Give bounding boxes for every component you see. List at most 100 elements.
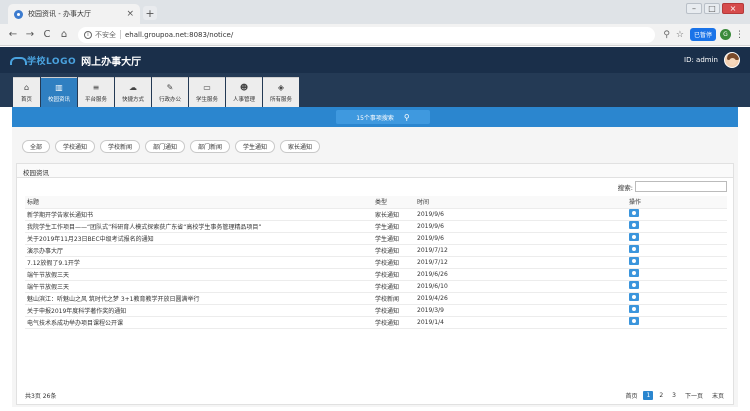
logo-text: 学校LOGO <box>27 56 77 67</box>
news-title-link[interactable]: 电气技术系成功举办项目课程公开课 <box>25 316 373 329</box>
sync-paused-badge[interactable]: 已暂停 <box>689 28 716 41</box>
service-search-button[interactable]: 15个事项搜索 ⚲ <box>336 110 430 124</box>
table-body: 新学期开学告家长通知书 家长通知 2019/9/6 我院学生工作项目——“团队式… <box>25 208 727 329</box>
zoom-icon[interactable]: ⚲ <box>663 30 670 40</box>
nav-item-campus-news[interactable]: ▥ 校园资讯 <box>41 77 77 107</box>
table-row[interactable]: 新学期开学告家长通知书 家长通知 2019/9/6 <box>25 208 727 221</box>
table-row[interactable]: 端午节放假三天 学校通知 2019/6/10 <box>25 280 727 293</box>
table-row[interactable]: 端午节放假三天 学校通知 2019/6/26 <box>25 268 727 281</box>
news-title-link[interactable]: 魅山滨江：听魅山之风 筑时代之梦 3+1教育教学开放日圆满举行 <box>25 292 373 305</box>
table-row[interactable]: 演示办事大厅 学校通知 2019/7/12 <box>25 244 727 257</box>
action-cell <box>627 292 727 305</box>
view-button[interactable] <box>629 293 639 301</box>
view-button[interactable] <box>629 281 639 289</box>
news-title-link[interactable]: 演示办事大厅 <box>25 244 373 257</box>
reload-icon[interactable]: C <box>40 28 54 42</box>
tab-title: 校园资讯 - 办事大厅 <box>28 10 91 18</box>
filter-pill-school-news[interactable]: 学校新闻 <box>100 140 140 153</box>
nav-item-all-services[interactable]: ◈ 所有服务 <box>263 77 299 107</box>
column-header-time[interactable]: 时间 <box>415 196 627 209</box>
nav-item-hr-management[interactable]: ☻ 人事管理 <box>226 77 262 107</box>
table-row[interactable]: 7.12放假了9.1开学 学校通知 2019/7/12 <box>25 256 727 269</box>
nav-item-admin-office[interactable]: ✎ 行政办公 <box>152 77 188 107</box>
bookmark-star-icon[interactable]: ☆ <box>676 30 684 40</box>
info-icon[interactable]: i <box>84 30 92 39</box>
news-title-link[interactable]: 新学期开学告家长通知书 <box>25 208 373 221</box>
nav-item-student-services[interactable]: ▭ 学生服务 <box>189 77 225 107</box>
view-button[interactable] <box>629 245 639 253</box>
window-controls: – □ × <box>686 3 744 14</box>
home-icon[interactable]: ⌂ <box>57 28 71 42</box>
news-type: 学校通知 <box>373 256 415 269</box>
minimize-button[interactable]: – <box>686 3 702 14</box>
news-type: 家长通知 <box>373 208 415 221</box>
browser-menu-icon[interactable]: ⋮ <box>735 30 744 40</box>
page-button-1[interactable]: 1 <box>643 390 654 400</box>
nav-label: 快捷方式 <box>121 96 144 103</box>
column-header-type[interactable]: 类型 <box>373 196 415 209</box>
view-button[interactable] <box>629 317 639 325</box>
table-filter: 搜索: <box>618 181 727 192</box>
table-row[interactable]: 魅山滨江：听魅山之风 筑时代之梦 3+1教育教学开放日圆满举行 学校新闻 201… <box>25 292 727 305</box>
table-row[interactable]: 关于申报2019年度科学著作奖的通知 学校通知 2019/3/9 <box>25 304 727 317</box>
news-type: 学校通知 <box>373 268 415 281</box>
tab-favicon-icon <box>14 9 23 19</box>
app-title: 网上办事大厅 <box>81 56 142 68</box>
url-input[interactable]: i 不安全 ehall.groupoa.net:8083/notice/ <box>78 26 656 43</box>
user-avatar[interactable] <box>724 52 740 68</box>
news-title-link[interactable]: 端午节放假三天 <box>25 280 373 293</box>
table-header-row: 标题 类型 时间 操作 <box>25 196 727 209</box>
nav-item-platform-services[interactable]: ≡ 平台服务 <box>78 77 114 107</box>
news-date: 2019/9/6 <box>415 232 627 245</box>
news-title-link[interactable]: 端午节放假三天 <box>25 268 373 281</box>
table-row[interactable]: 我院学生工作项目——“团队式”科研育人模式探索获广东省“高校学生事务管理精品项目… <box>25 220 727 233</box>
nav-item-home[interactable]: ⌂ 首页 <box>13 77 40 107</box>
news-title-link[interactable]: 关于申报2019年度科学著作奖的通知 <box>25 304 373 317</box>
news-type: 学生通知 <box>373 232 415 245</box>
first-page-button[interactable]: 首页 <box>622 390 640 401</box>
table-row[interactable]: 电气技术系成功举办项目课程公开课 学校通知 2019/1/4 <box>25 316 727 329</box>
view-button[interactable] <box>629 257 639 265</box>
table-search-input[interactable] <box>635 181 727 192</box>
filter-pill-parent-notice[interactable]: 家长通知 <box>280 140 320 153</box>
user-id-label[interactable]: ID: admin <box>684 56 718 64</box>
nav-label: 首页 <box>20 96 32 103</box>
column-header-action: 操作 <box>627 196 727 209</box>
filter-pill-student-notice[interactable]: 学生通知 <box>235 140 275 153</box>
filter-pill-dept-notice[interactable]: 部门通知 <box>145 140 185 153</box>
page-button-3[interactable]: 3 <box>669 391 679 400</box>
tab-close-icon[interactable]: × <box>126 9 134 19</box>
view-button[interactable] <box>629 305 639 313</box>
search-button-label: 15个事项搜索 <box>356 114 394 122</box>
news-title-link[interactable]: 我院学生工作项目——“团队式”科研育人模式探索获广东省“高校学生事务管理精品项目… <box>25 220 373 233</box>
nav-label: 学生服务 <box>195 96 218 103</box>
school-logo-icon <box>10 55 27 65</box>
page-button-2[interactable]: 2 <box>656 391 666 400</box>
action-cell <box>627 244 727 257</box>
news-title-link[interactable]: 关于2019年11月23日BEC中级考试报名的通知 <box>25 232 373 245</box>
action-cell <box>627 316 727 329</box>
close-window-button[interactable]: × <box>722 3 744 14</box>
nav-item-shortcuts[interactable]: ☁ 快捷方式 <box>115 77 151 107</box>
table-row[interactable]: 关于2019年11月23日BEC中级考试报名的通知 学生通知 2019/9/6 <box>25 232 727 245</box>
back-arrow-icon[interactable]: ← <box>6 28 20 42</box>
news-title-link[interactable]: 7.12放假了9.1开学 <box>25 256 373 269</box>
nav-label: 平台服务 <box>84 96 107 103</box>
last-page-button[interactable]: 末页 <box>709 390 727 401</box>
filter-pill-dept-news[interactable]: 部门新闻 <box>190 140 230 153</box>
next-page-button[interactable]: 下一页 <box>682 390 706 401</box>
view-button[interactable] <box>629 209 639 217</box>
filter-pill-school-notice[interactable]: 学校通知 <box>55 140 95 153</box>
view-button[interactable] <box>629 233 639 241</box>
stack-icon: ◈ <box>277 82 285 92</box>
new-tab-button[interactable]: + <box>143 6 157 20</box>
column-header-title[interactable]: 标题 <box>25 196 373 209</box>
filter-pill-all[interactable]: 全部 <box>22 140 50 153</box>
forward-arrow-icon[interactable]: → <box>23 28 37 42</box>
table-footer: 共3页 26条 首页 1 2 3 下一页 末页 <box>25 389 727 401</box>
browser-tab[interactable]: 校园资讯 - 办事大厅 × <box>8 4 140 24</box>
view-button[interactable] <box>629 269 639 277</box>
maximize-button[interactable]: □ <box>704 3 720 14</box>
profile-avatar[interactable]: G <box>720 29 731 40</box>
view-button[interactable] <box>629 221 639 229</box>
